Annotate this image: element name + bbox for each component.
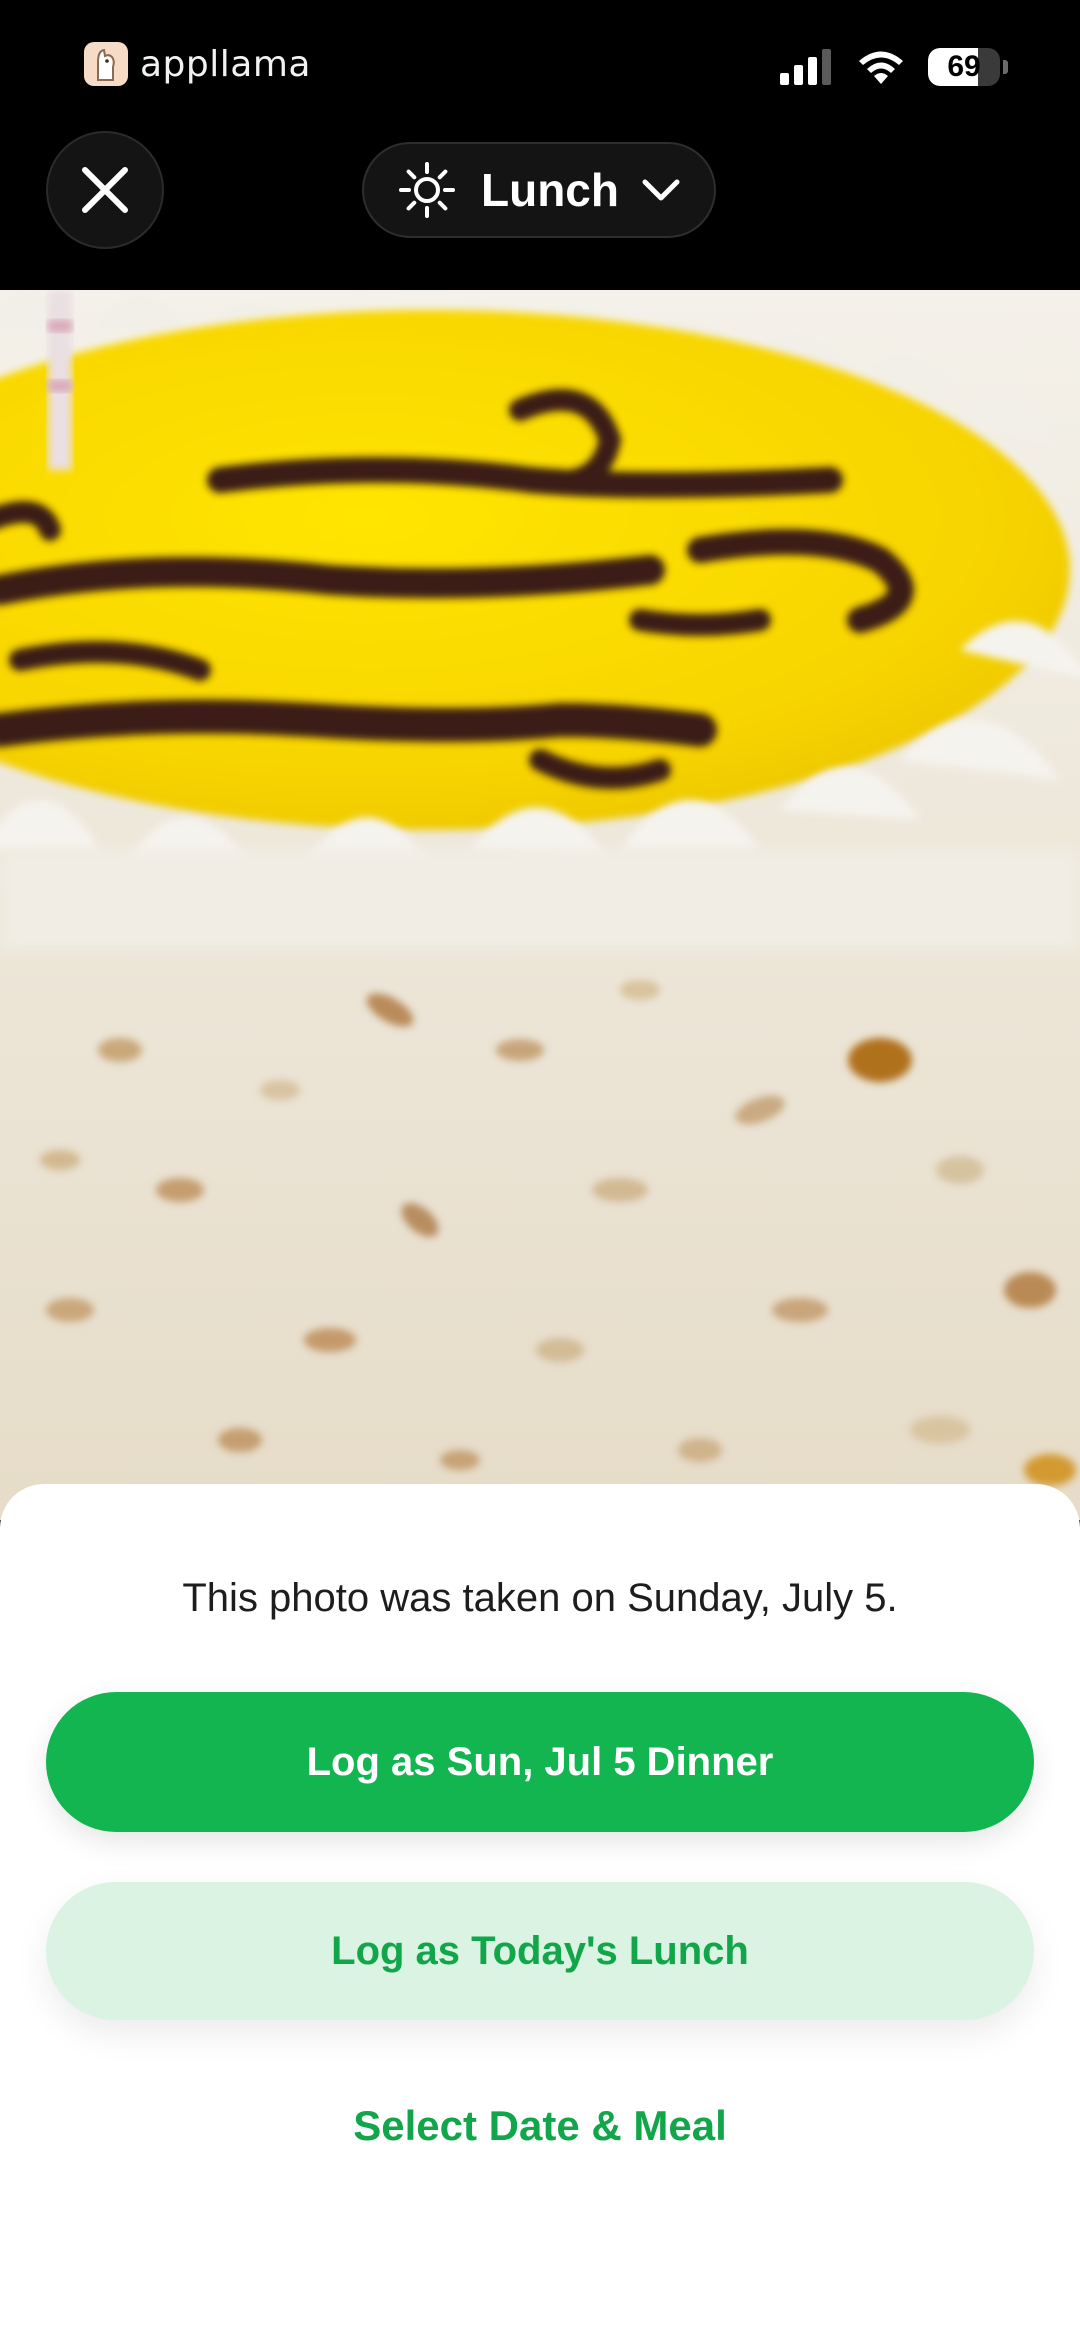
llama-logo-icon — [84, 42, 128, 86]
log-photo-sheet: This photo was taken on Sunday, July 5. … — [0, 1484, 1080, 2337]
meal-label: Lunch — [481, 164, 619, 216]
select-date-meal-link[interactable]: Select Date & Meal — [0, 2102, 1080, 2150]
wifi-icon — [859, 51, 903, 84]
food-photo — [0, 290, 1080, 1520]
close-button[interactable] — [46, 131, 164, 249]
brand: appllama — [84, 42, 311, 86]
signal-icon — [780, 49, 831, 85]
status-bar: appllama 69 — [0, 0, 1080, 130]
brand-name: appllama — [140, 43, 311, 85]
meal-selector-dropdown[interactable]: Lunch — [362, 142, 716, 238]
battery-percent: 69 — [947, 50, 981, 83]
close-icon — [82, 167, 128, 213]
sun-icon — [399, 162, 455, 218]
log-as-photo-date-button[interactable]: Log as Sun, Jul 5 Dinner — [46, 1692, 1034, 1832]
battery-tip — [1003, 60, 1008, 74]
screen: appllama 69 Lunch This photo was taken o… — [0, 0, 1080, 2337]
cake-photo-image — [0, 290, 1080, 1520]
chevron-down-icon — [642, 179, 680, 201]
photo-date-info: This photo was taken on Sunday, July 5. — [182, 1576, 898, 1620]
status-icons: 69 — [780, 48, 1008, 86]
battery-icon: 69 — [928, 48, 1000, 86]
log-as-today-button[interactable]: Log as Today's Lunch — [46, 1882, 1034, 2020]
